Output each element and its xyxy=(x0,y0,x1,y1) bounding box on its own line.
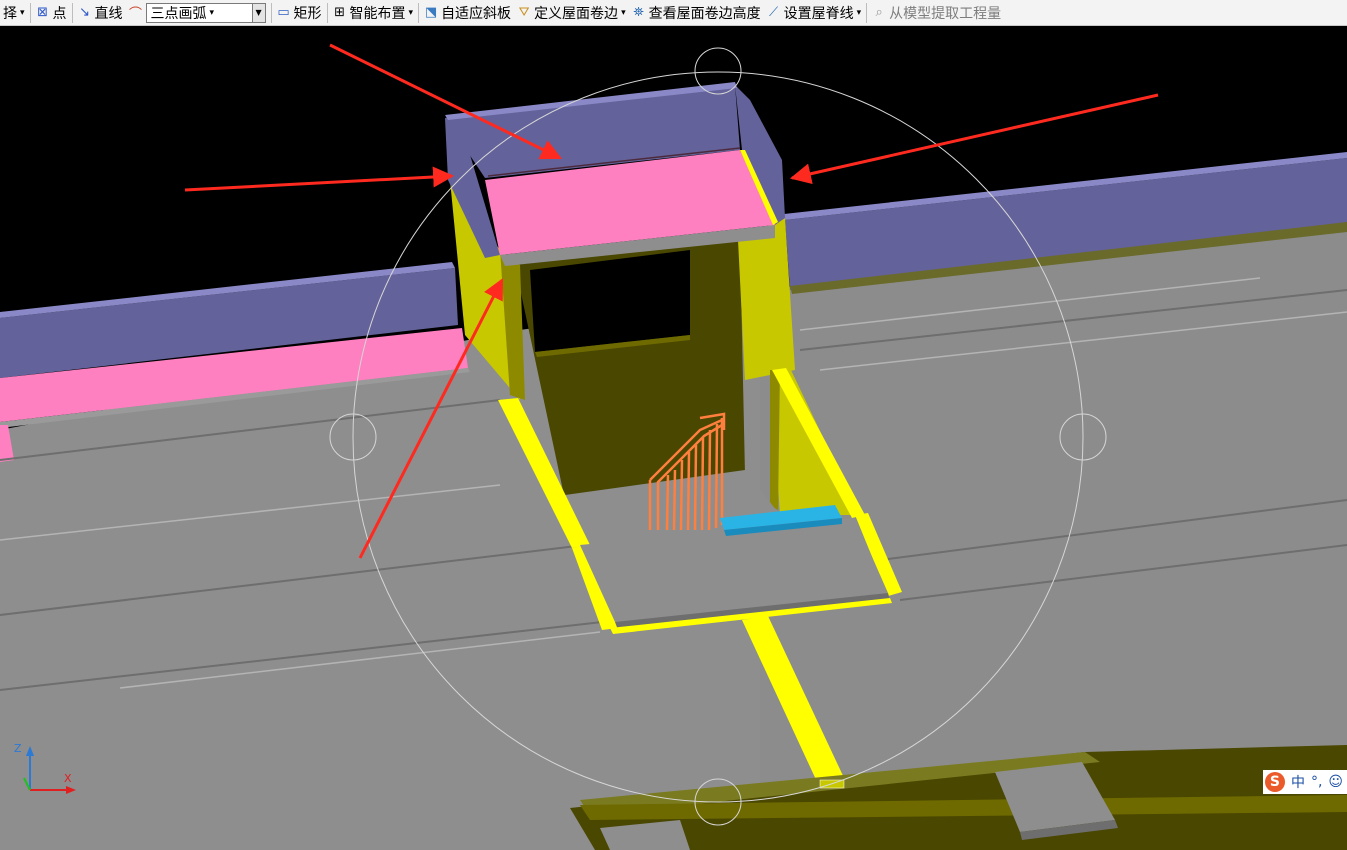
point-button[interactable]: ⊠ 点 xyxy=(33,1,70,25)
dropdown-arrow-icon: ▾ xyxy=(408,7,414,18)
set-ridge-button[interactable]: ⟋ 设置屋脊线 ▾ xyxy=(764,1,865,25)
select-arrow-icon[interactable]: ▼ xyxy=(251,3,265,22)
housing-right-wall xyxy=(738,218,795,380)
rect-label: 矩形 xyxy=(293,5,322,22)
dropdown-arrow-icon[interactable]: ▾ xyxy=(20,8,25,18)
toolbar: 择 ▾ ⊠ 点 ↘ 直线 ⌒ 三点画弧 ▾ ▼ ▭ 矩形 ⊞ 智能布置 ▾ ⬔ … xyxy=(0,0,1347,26)
rect-button[interactable]: ▭ 矩形 xyxy=(274,1,325,25)
smart-layout-icon: ⊞ xyxy=(334,5,345,20)
adaptive-slab-button[interactable]: ⬔ 自适应斜板 xyxy=(421,1,514,25)
point-label: 点 xyxy=(52,5,67,22)
arc-select[interactable]: ⌒ 三点画弧 ▾ ▼ xyxy=(126,1,269,25)
sogou-logo-icon[interactable]: S xyxy=(1264,772,1285,792)
dropdown-arrow-icon: ▾ xyxy=(621,7,626,18)
slab-icon: ⬔ xyxy=(424,5,438,20)
separator xyxy=(866,2,868,23)
point-icon: ⊠ xyxy=(37,5,48,20)
ridge-line-icon: ⟋ xyxy=(769,5,779,20)
view-roll-height-button[interactable]: ⛯ 查看屋面卷边高度 xyxy=(629,1,764,25)
adaptive-slab-label: 自适应斜板 xyxy=(441,5,512,22)
select-tool[interactable]: 择 ▾ xyxy=(0,1,28,25)
arc-icon: ⌒ xyxy=(129,7,143,22)
set-ridge-label: 设置屋脊线 xyxy=(783,5,854,22)
separator xyxy=(326,2,328,23)
roll-edge-icon: ⛛ xyxy=(518,5,530,20)
arc-mode-select[interactable]: 三点画弧 ▾ ▼ xyxy=(145,2,266,23)
view-height-icon: ⛯ xyxy=(633,5,644,20)
extract-label: 从模型提取工程量 xyxy=(889,5,1002,22)
extract-quantity-button[interactable]: ⌕ 从模型提取工程量 xyxy=(869,1,1004,25)
extract-icon: ⌕ xyxy=(875,5,883,20)
select-tail-label: 择 xyxy=(3,5,17,22)
smart-layout-label: 智能布置 xyxy=(349,5,406,22)
separator xyxy=(71,2,73,23)
ime-punctuation[interactable]: °, xyxy=(1311,774,1322,790)
dropdown-arrow-icon: ▾ xyxy=(209,7,215,18)
axis-x-label: X xyxy=(64,772,72,785)
separator xyxy=(270,2,272,23)
line-icon: ↘ xyxy=(79,5,90,20)
separator xyxy=(29,2,31,23)
line-button[interactable]: ↘ 直线 xyxy=(75,1,126,25)
ime-emoji-icon[interactable]: ☺ xyxy=(1328,774,1343,790)
dropdown-arrow-icon: ▾ xyxy=(856,7,862,18)
line-label: 直线 xyxy=(94,5,123,22)
define-roll-label: 定义屋面卷边 xyxy=(534,5,619,22)
arc-mode-value: 三点画弧 xyxy=(150,5,207,22)
smart-layout-button[interactable]: ⊞ 智能布置 ▾ xyxy=(330,1,417,25)
rectangle-icon: ▭ xyxy=(277,5,290,20)
define-roll-button[interactable]: ⛛ 定义屋面卷边 ▾ xyxy=(514,1,629,25)
3d-viewport[interactable]: Z X xyxy=(0,26,1347,850)
ime-status-bar[interactable]: S 中 °, ☺ xyxy=(1262,770,1347,794)
axis-z-label: Z xyxy=(14,742,22,755)
separator xyxy=(418,2,420,23)
ime-language[interactable]: 中 xyxy=(1291,772,1305,792)
view-roll-height-label: 查看屋面卷边高度 xyxy=(648,5,761,22)
